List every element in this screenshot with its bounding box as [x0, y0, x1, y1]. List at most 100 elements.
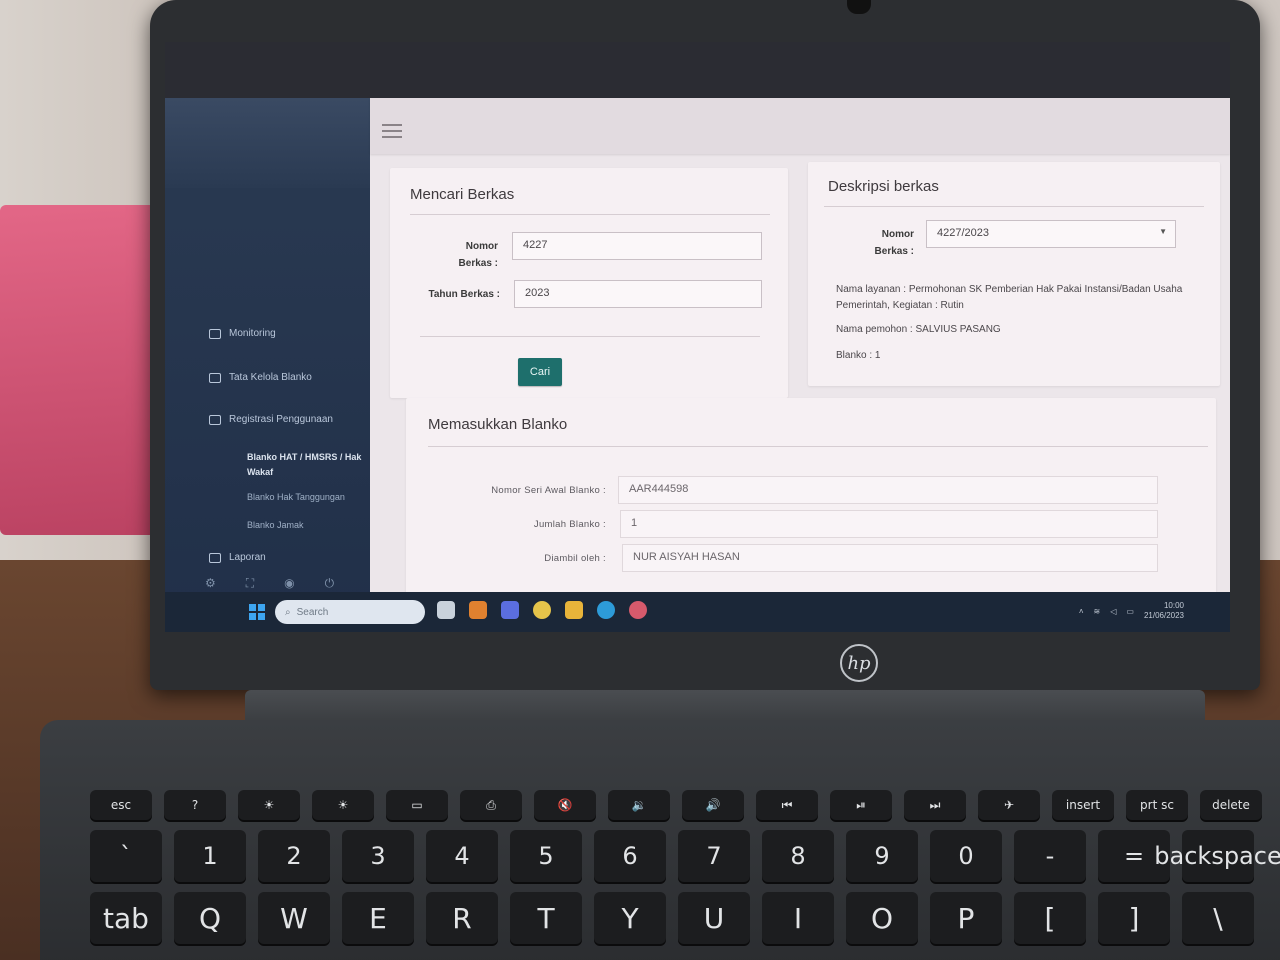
sidebar-item-tata-kelola-blanko[interactable]: Tata Kelola Blanko ▾: [209, 372, 389, 383]
jumlah-blanko-input[interactable]: 1: [620, 510, 1158, 538]
nama-layanan-label: Nama layanan :: [836, 284, 907, 295]
keyboard-key[interactable]: 9: [846, 830, 918, 882]
divider: [428, 446, 1208, 447]
keyboard-key[interactable]: ?: [164, 790, 226, 820]
keyboard-key[interactable]: 1: [174, 830, 246, 882]
taskbar-search[interactable]: ⌕ Search: [275, 600, 425, 624]
sidebar-item-label: Monitoring: [229, 328, 276, 339]
keyboard-key[interactable]: R: [426, 892, 498, 944]
edit-icon: [209, 414, 221, 425]
keyboard-key[interactable]: 3: [342, 830, 414, 882]
system-tray: ˄ ≋ ◁ ▭ 10:00 21/06/2023: [1079, 601, 1184, 621]
keyboard-key[interactable]: ✈: [978, 790, 1040, 820]
keyboard-key[interactable]: 6: [594, 830, 666, 882]
clock[interactable]: 10:00 21/06/2023: [1144, 601, 1184, 621]
chevron-up-icon[interactable]: ˄: [1079, 607, 1084, 616]
nomor-seri-input[interactable]: AAR444598: [618, 476, 1158, 504]
diambil-oleh-label: Diambil oleh :: [544, 553, 606, 564]
keyboard-key[interactable]: -: [1014, 830, 1086, 882]
keyboard-key[interactable]: I: [762, 892, 834, 944]
keyboard-key[interactable]: delete: [1200, 790, 1262, 820]
keyboard-key[interactable]: P: [930, 892, 1002, 944]
keyboard-key[interactable]: E: [342, 892, 414, 944]
keyboard-key[interactable]: 2: [258, 830, 330, 882]
search-icon: ⌕: [285, 606, 291, 618]
keyboard-key[interactable]: tab: [90, 892, 162, 944]
keyboard-key[interactable]: Q: [174, 892, 246, 944]
keyboard-key[interactable]: 🔊: [682, 790, 744, 820]
browser-active-icon[interactable]: [629, 601, 647, 619]
keyboard-key[interactable]: prt sc: [1126, 790, 1188, 820]
keyboard-key[interactable]: 0: [930, 830, 1002, 882]
sidebar-item-label: Registrasi Penggunaan: [229, 414, 333, 425]
keyboard-key[interactable]: 🔉: [608, 790, 670, 820]
document-icon: [209, 552, 221, 563]
task-view-icon[interactable]: [437, 601, 455, 619]
chrome-icon[interactable]: [533, 601, 551, 619]
keyboard-key[interactable]: ☀: [312, 790, 374, 820]
sidebar-item-label: Laporan: [229, 552, 266, 563]
keyboard-key[interactable]: esc: [90, 790, 152, 820]
diambil-oleh-input[interactable]: NUR AISYAH HASAN: [622, 544, 1158, 572]
edge-icon[interactable]: [597, 601, 615, 619]
weather-icon[interactable]: [469, 601, 487, 619]
cari-button[interactable]: Cari: [518, 358, 562, 386]
number-key-row: ` 1 2 3 4 5 6 7 8 9 0- = backspace: [90, 830, 1280, 882]
divider: [410, 214, 770, 215]
keyboard-key[interactable]: ☀: [238, 790, 300, 820]
divider: [824, 206, 1204, 207]
keyboard-key[interactable]: O: [846, 892, 918, 944]
keyboard-key[interactable]: 🔇: [534, 790, 596, 820]
sidebar-item-laporan[interactable]: Laporan ▾: [209, 552, 389, 563]
keyboard-key[interactable]: Y: [594, 892, 666, 944]
volume-icon[interactable]: ◁: [1110, 607, 1116, 616]
settings-icon[interactable]: ⚙: [205, 576, 216, 591]
sidebar-item-label: Tata Kelola Blanko: [229, 372, 312, 383]
windows-start-icon[interactable]: [249, 604, 265, 620]
keyboard-key[interactable]: backspace: [1154, 830, 1280, 882]
keyboard-key[interactable]: W: [258, 892, 330, 944]
memasukkan-blanko-card: Memasukkan Blanko Nomor Seri Awal Blanko…: [406, 398, 1216, 618]
wifi-icon[interactable]: ≋: [1094, 607, 1101, 616]
file-explorer-icon[interactable]: [565, 601, 583, 619]
power-icon[interactable]: ⏻: [325, 576, 335, 591]
monitor-icon: [209, 328, 221, 339]
keyboard-key[interactable]: T: [510, 892, 582, 944]
keyboard-key[interactable]: ⏮: [756, 790, 818, 820]
keyboard-key[interactable]: 5: [510, 830, 582, 882]
keyboard-key[interactable]: [: [1014, 892, 1086, 944]
sidebar-subitem-blanko-hak-tanggungan[interactable]: Blanko Hak Tanggungan: [247, 490, 377, 505]
nomor-berkas-input[interactable]: 4227: [512, 232, 762, 260]
sidebar-subitem-blanko-jamak[interactable]: Blanko Jamak: [247, 518, 377, 533]
nomor-berkas-select[interactable]: 4227/2023 ▼: [926, 220, 1176, 248]
selected-value: 4227/2023: [937, 227, 989, 239]
chat-icon[interactable]: [501, 601, 519, 619]
keyboard-key[interactable]: ⏯: [830, 790, 892, 820]
keyboard-key[interactable]: \: [1182, 892, 1254, 944]
divider: [420, 336, 760, 337]
battery-icon[interactable]: ▭: [1126, 607, 1134, 616]
description-card: Deskripsi berkas Nomor Berkas : 4227/202…: [808, 162, 1220, 386]
keyboard-key[interactable]: ]: [1098, 892, 1170, 944]
eye-icon[interactable]: ◉: [284, 576, 294, 591]
keyboard-key[interactable]: insert: [1052, 790, 1114, 820]
keyboard-key[interactable]: ⎙: [460, 790, 522, 820]
memasukkan-blanko-title: Memasukkan Blanko: [428, 416, 568, 433]
nama-pemohon-row: Nama pemohon : SALVIUS PASANG: [836, 322, 1186, 338]
keyboard-key[interactable]: 4: [426, 830, 498, 882]
sidebar-subitem-blanko-hat[interactable]: Blanko HAT / HMSRS / Hak Wakaf: [247, 450, 377, 480]
qwerty-key-row: tab Q W E R T Y U I O P[] \: [90, 892, 1280, 944]
sidebar-item-registrasi-penggunaan[interactable]: Registrasi Penggunaan ▾: [209, 414, 389, 425]
keyboard-key[interactable]: 7: [678, 830, 750, 882]
keyboard-key[interactable]: U: [678, 892, 750, 944]
taskbar-search-placeholder: Search: [296, 606, 329, 618]
keyboard-key[interactable]: ▭: [386, 790, 448, 820]
tahun-berkas-input[interactable]: 2023: [514, 280, 762, 308]
keyboard-key[interactable]: ⏭: [904, 790, 966, 820]
fullscreen-icon[interactable]: ⛶: [246, 576, 254, 591]
sidebar-item-monitoring[interactable]: Monitoring: [209, 328, 389, 339]
nomor-berkas-label: Nomor Berkas :: [458, 241, 498, 269]
hamburger-menu-icon[interactable]: [382, 124, 402, 138]
keyboard-key[interactable]: `: [90, 830, 162, 882]
keyboard-key[interactable]: 8: [762, 830, 834, 882]
